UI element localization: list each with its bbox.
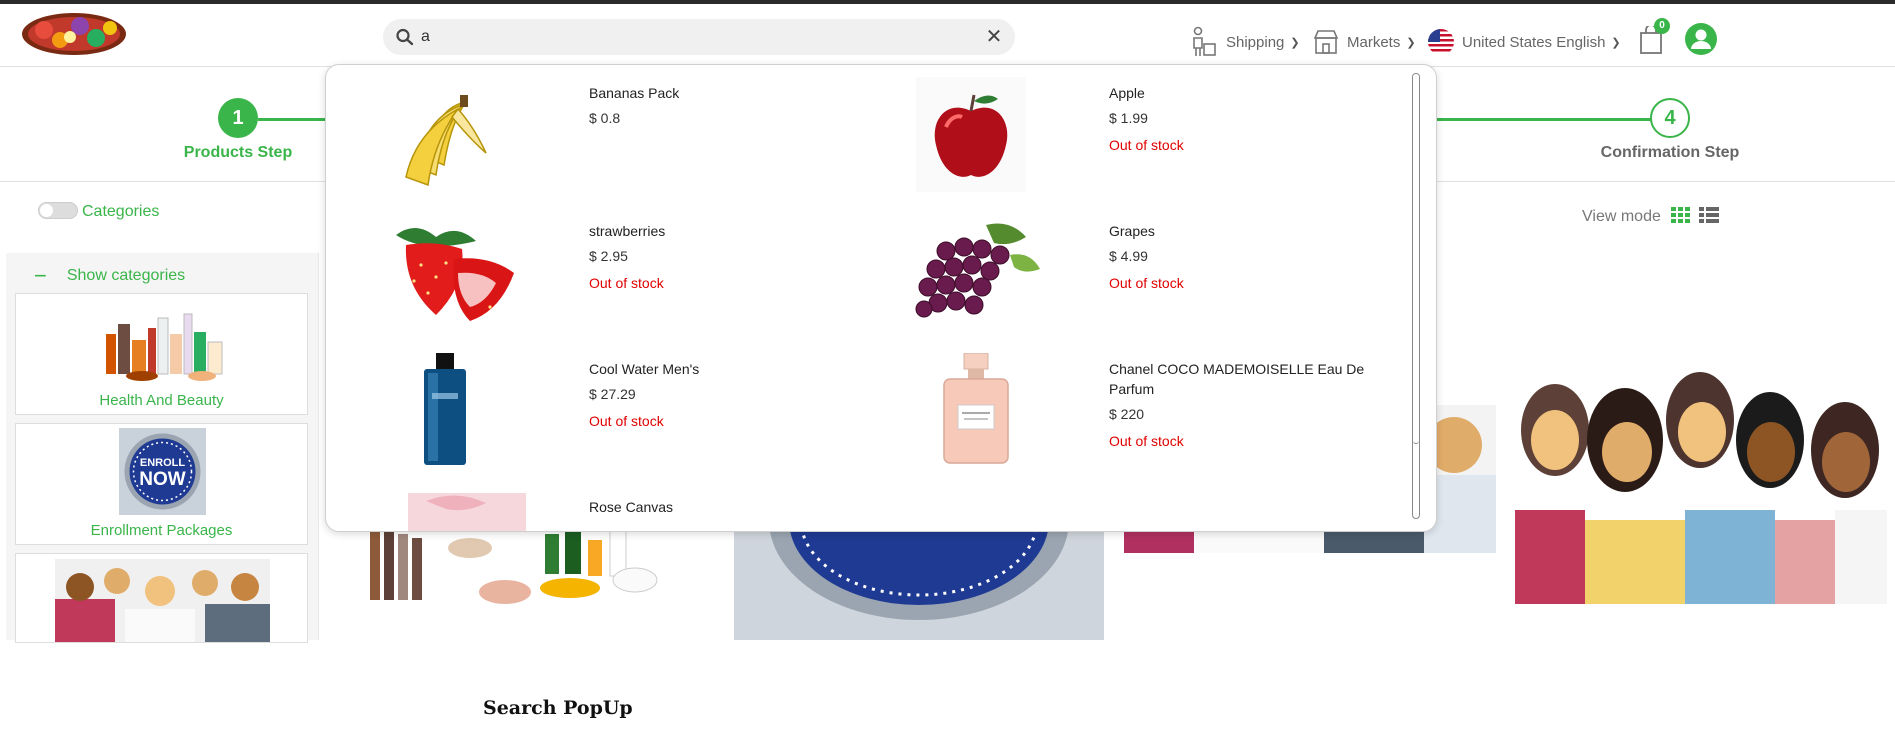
result-price: $ 1.99 (1109, 110, 1148, 126)
product-image-health-beauty[interactable] (360, 520, 710, 608)
result-name: strawberries (589, 223, 666, 239)
category-card-enrollment[interactable]: ENROLL NOW Enrollment Packages (15, 423, 308, 545)
show-categories-toggle[interactable]: − Show categories (34, 263, 185, 289)
search-result-item[interactable]: Grapes $ 4.99 Out of stock (846, 203, 1366, 341)
brand-logo[interactable] (20, 10, 128, 58)
enroll-now-image: ENROLL NOW (119, 428, 206, 515)
account-icon[interactable] (1684, 22, 1718, 56)
shipping-menu[interactable]: Shipping ❯ (1190, 24, 1300, 60)
category-card-health-beauty[interactable]: Health And Beauty (15, 293, 308, 415)
search-result-item[interactable]: Apple $ 1.99 Out of stock (846, 65, 1366, 203)
now-text: NOW (139, 469, 186, 490)
toggle-knob (40, 204, 53, 217)
header: ✕ Shipping ❯ Markets ❯ United States E (0, 4, 1895, 67)
minus-icon: − (34, 263, 47, 288)
step-4-circle[interactable]: 4 (1650, 98, 1690, 138)
scrollbar-thumb[interactable] (1413, 74, 1419, 444)
result-price: $ 2.95 (589, 248, 628, 264)
step-progress-line (258, 118, 332, 121)
out-of-stock-label: Out of stock (589, 413, 664, 429)
language-label: United States English (1462, 33, 1606, 51)
chevron-down-icon: ❯ (1290, 36, 1300, 49)
out-of-stock-label: Out of stock (1109, 137, 1184, 153)
banana-image (405, 95, 487, 187)
language-menu[interactable]: United States English ❯ (1428, 24, 1621, 60)
strawberries-image (396, 227, 514, 321)
sidebar: − Show categories Health And Beauty ENRO… (6, 253, 319, 643)
categories-toggle[interactable] (38, 202, 78, 219)
step-4-label: Confirmation Step (1600, 144, 1740, 161)
step-1-circle[interactable]: 1 (218, 98, 258, 138)
cart-count-badge: 0 (1654, 18, 1670, 34)
us-flag-icon (1428, 29, 1454, 55)
perfume-bottle-image (943, 353, 1009, 464)
category-name: Health And Beauty (99, 392, 224, 409)
result-price: $ 27.29 (589, 386, 636, 402)
chevron-down-icon: ❯ (1611, 36, 1621, 49)
out-of-stock-label: Out of stock (1109, 275, 1184, 291)
result-name: Chanel COCO MADEMOISELLE Eau De Parfum (1109, 361, 1365, 397)
category-image (106, 313, 223, 381)
search-bar: ✕ (383, 19, 1015, 55)
rose-canvas-image (408, 493, 526, 531)
category-image (55, 559, 270, 642)
search-result-item[interactable]: Bananas Pack $ 0.8 (326, 65, 846, 203)
enroll-text: ENROLL (140, 457, 186, 469)
search-result-item[interactable]: Chanel COCO MADEMOISELLE Eau De Parfum $… (846, 341, 1366, 479)
chevron-down-icon: ❯ (1406, 36, 1416, 49)
result-price: $ 0.8 (589, 110, 621, 126)
result-price: $ 220 (1109, 406, 1145, 422)
search-icon[interactable] (395, 28, 415, 46)
search-input[interactable] (421, 25, 961, 49)
step-1-label: Products Step (183, 144, 293, 161)
result-name: Rose Canvas (589, 499, 674, 515)
categories-toggle-label: Categories (82, 203, 160, 220)
cool-water-bottle-image (424, 353, 466, 465)
clear-search-icon[interactable]: ✕ (983, 26, 1005, 48)
store-icon (1313, 30, 1339, 54)
result-price: $ 4.99 (1109, 248, 1148, 264)
out-of-stock-label: Out of stock (589, 275, 664, 291)
product-image-women-group[interactable] (1515, 360, 1887, 604)
screenshot-caption: Search PopUp (483, 697, 633, 719)
markets-label: Markets (1347, 33, 1401, 51)
product-image-enroll-now[interactable] (734, 520, 1104, 640)
list-view-icon[interactable] (1699, 207, 1719, 225)
show-categories-label: Show categories (66, 267, 186, 284)
search-result-item[interactable]: Rose Canvas (326, 479, 846, 531)
grid-view-icon[interactable] (1671, 207, 1691, 225)
result-name: Grapes (1109, 223, 1155, 239)
out-of-stock-label: Out of stock (1109, 433, 1184, 449)
markets-menu[interactable]: Markets ❯ (1313, 24, 1416, 60)
category-name: Enrollment Packages (90, 522, 233, 539)
result-name: Apple (1109, 85, 1145, 101)
search-popup: Bananas Pack $ 0.8 Apple $ 1.99 Out of s… (325, 64, 1437, 532)
apple-image (916, 77, 1026, 192)
search-result-item[interactable]: strawberries $ 2.95 Out of stock (326, 203, 846, 341)
result-name: Cool Water Men's (589, 361, 700, 377)
grapes-image (915, 223, 1040, 318)
popup-scrollbar[interactable] (1412, 73, 1420, 519)
shipping-label: Shipping (1226, 33, 1285, 51)
search-result-item[interactable]: Cool Water Men's $ 27.29 Out of stock (326, 341, 846, 479)
page-root: { "header": { "search_value": "a", "sear… (0, 0, 1895, 740)
view-mode-label: View mode (1582, 208, 1661, 225)
step-progress-line (1437, 118, 1655, 121)
result-name: Bananas Pack (589, 85, 680, 101)
shipping-icon (1193, 26, 1216, 56)
category-card-men[interactable] (15, 553, 308, 643)
